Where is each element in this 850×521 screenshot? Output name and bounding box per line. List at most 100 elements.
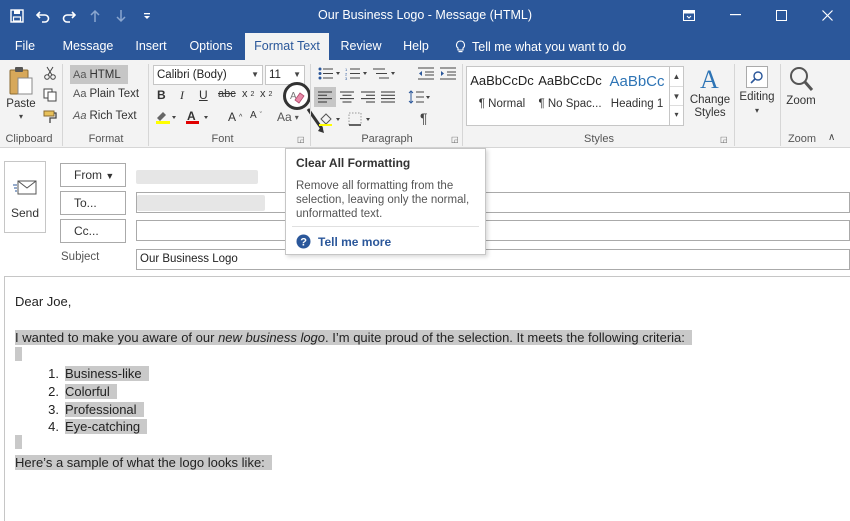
paste-dropdown-icon: ▾: [18, 112, 23, 121]
style-heading-1[interactable]: AaBbCc Heading 1: [604, 73, 670, 110]
ribbon: Paste ▾ Clipboard Aa HTML Aa Plain Text …: [0, 60, 850, 148]
justify-icon[interactable]: [381, 91, 395, 103]
gallery-scroll[interactable]: ▲ ▼ ▾: [669, 67, 683, 125]
styles-dialog-launcher-icon[interactable]: ◲: [720, 135, 728, 144]
tab-help[interactable]: Help: [396, 33, 436, 60]
multilevel-list-icon[interactable]: [373, 67, 399, 80]
style-sample: AaBbCc: [609, 73, 665, 90]
ribbon-display-icon[interactable]: [666, 0, 712, 30]
subject-label: Subject: [61, 251, 100, 263]
tab-options[interactable]: Options: [182, 33, 240, 60]
to-button[interactable]: To...: [60, 191, 126, 215]
style-normal[interactable]: AaBbCcDc ¶ Normal: [469, 73, 535, 110]
style-name: ¶ No Spac...: [538, 98, 602, 110]
maximize-icon[interactable]: [758, 0, 804, 30]
editing-button[interactable]: Editing ▾: [738, 66, 776, 115]
numbering-icon[interactable]: 123: [345, 67, 371, 80]
bullets-icon[interactable]: [318, 67, 344, 80]
group-label-format: Format: [88, 133, 124, 145]
tooltip-title: Clear All Formatting: [296, 156, 411, 170]
tell-me-more-link[interactable]: ? Tell me more: [296, 234, 391, 249]
minimize-icon[interactable]: [712, 0, 758, 30]
styles-gallery: AaBbCcDc ¶ Normal AaBbCcDc ¶ No Spac... …: [466, 66, 684, 126]
font-dialog-launcher-icon[interactable]: ◲: [297, 135, 305, 144]
svg-text:A: A: [700, 65, 719, 92]
borders-icon[interactable]: [348, 112, 374, 126]
shrink-font-icon[interactable]: Aˇ: [250, 110, 262, 121]
show-formatting-icon[interactable]: ¶: [420, 110, 428, 126]
tab-insert[interactable]: Insert: [128, 33, 174, 60]
cc-button[interactable]: Cc...: [60, 219, 126, 243]
change-styles-button[interactable]: A Change Styles: [690, 64, 730, 120]
cut-icon[interactable]: [43, 66, 57, 80]
list-text: Colorful: [65, 384, 110, 399]
subscript-icon[interactable]: x2: [242, 88, 254, 100]
tell-me-box[interactable]: Tell me what you want to do: [455, 33, 626, 60]
font-size-value: 11: [269, 69, 281, 81]
separator: [780, 64, 781, 146]
chevron-down-icon: ▼: [251, 70, 259, 79]
font-family-combo[interactable]: Calibri (Body) ▼: [153, 65, 263, 85]
svg-text:3: 3: [345, 76, 348, 80]
font-color-icon[interactable]: A: [185, 110, 211, 124]
format-plain-button[interactable]: Aa Plain Text: [73, 88, 139, 100]
selection-marker: [15, 435, 22, 449]
to-label: To...: [74, 196, 97, 210]
change-styles-label: Change Styles: [689, 94, 731, 119]
tooltip-body: Remove all formatting from the selection…: [296, 180, 470, 220]
format-html-label: HTML: [89, 68, 121, 81]
tab-message[interactable]: Message: [56, 33, 120, 60]
superscript-icon[interactable]: x2: [260, 88, 272, 100]
strikethrough-icon[interactable]: abc: [218, 88, 236, 100]
greeting: Dear Joe,: [15, 294, 72, 309]
italic-icon[interactable]: I: [180, 88, 184, 103]
paste-button[interactable]: Paste ▾: [6, 66, 36, 121]
scroll-up-icon[interactable]: ▲: [670, 67, 683, 86]
collapse-ribbon-icon[interactable]: ∧: [828, 132, 835, 143]
to-address-redacted: [137, 195, 265, 211]
scroll-down-icon[interactable]: ▼: [670, 86, 683, 105]
align-center-icon[interactable]: [340, 91, 354, 103]
format-rich-button[interactable]: Aa Rich Text: [73, 110, 137, 122]
format-painter-icon[interactable]: [43, 110, 57, 124]
increase-indent-icon[interactable]: [440, 67, 456, 80]
decrease-indent-icon[interactable]: [418, 67, 434, 80]
format-rich-icon: Aa: [73, 110, 87, 122]
separator: [462, 64, 463, 146]
ribbon-tabs: File Message Insert Options Format Text …: [0, 33, 850, 60]
copy-icon[interactable]: [43, 88, 57, 102]
tab-format-text[interactable]: Format Text: [245, 33, 329, 60]
from-button[interactable]: From ▼: [60, 163, 126, 187]
style-sample: AaBbCcDc: [470, 73, 534, 88]
send-button[interactable]: Send: [4, 161, 46, 233]
zoom-label: Zoom: [786, 95, 816, 107]
tab-review[interactable]: Review: [334, 33, 388, 60]
list-text: Eye-catching: [65, 419, 141, 434]
gallery-more-icon[interactable]: ▾: [670, 105, 683, 123]
message-body[interactable]: Dear Joe, I wanted to make you aware of …: [4, 276, 850, 521]
zoom-button[interactable]: Zoom: [784, 66, 818, 107]
tab-file[interactable]: File: [6, 33, 44, 60]
style-sample: AaBbCcDc: [538, 73, 602, 88]
list-number: 1.: [48, 366, 59, 381]
change-case-icon[interactable]: Aa ▾: [277, 110, 299, 124]
window-controls: [666, 0, 850, 30]
align-left-icon[interactable]: [314, 87, 336, 107]
line-spacing-icon[interactable]: [408, 90, 432, 104]
to-field[interactable]: [136, 192, 850, 213]
grow-font-icon[interactable]: A ^: [228, 110, 242, 124]
cc-field[interactable]: [136, 220, 850, 241]
style-no-spacing[interactable]: AaBbCcDc ¶ No Spac...: [537, 73, 603, 110]
lightbulb-icon: [455, 39, 466, 52]
clear-formatting-button[interactable]: A: [283, 82, 311, 110]
paragraph-dialog-launcher-icon[interactable]: ◲: [451, 135, 459, 144]
format-rich-label: Rich Text: [89, 110, 137, 122]
shading-icon[interactable]: [318, 112, 344, 126]
format-html-button[interactable]: Aa HTML: [70, 65, 128, 84]
underline-icon[interactable]: U: [199, 88, 208, 102]
bold-icon[interactable]: B: [157, 88, 166, 102]
close-icon[interactable]: [804, 0, 850, 30]
align-right-icon[interactable]: [361, 91, 375, 103]
subject-field[interactable]: Our Business Logo: [136, 249, 850, 270]
highlight-color-icon[interactable]: [155, 110, 177, 124]
